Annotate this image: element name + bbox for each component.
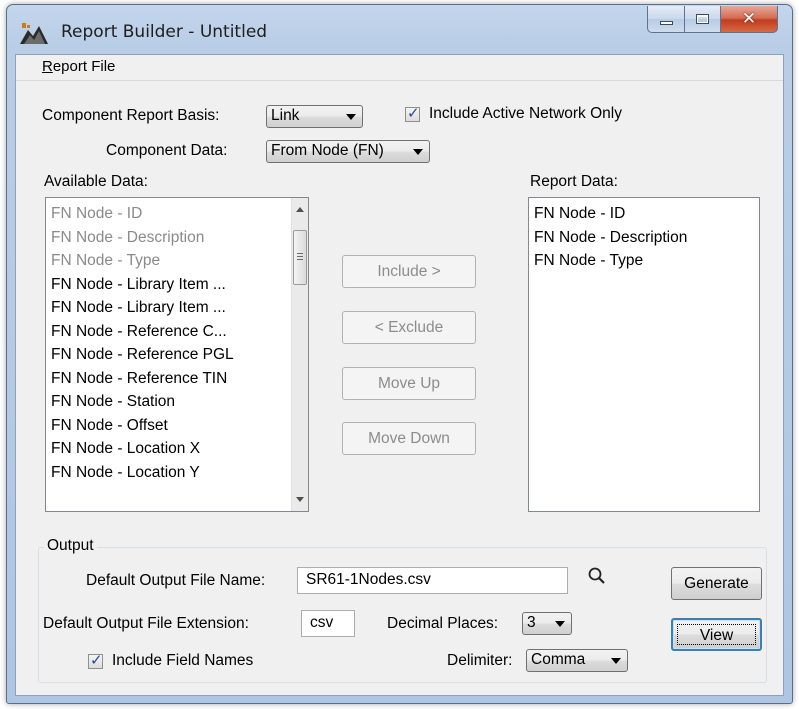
scroll-up-icon[interactable]	[296, 207, 304, 212]
output-group-title: Output	[44, 537, 97, 555]
list-item[interactable]: FN Node - Offset	[46, 414, 308, 438]
maximize-icon	[696, 14, 709, 24]
list-item[interactable]: FN Node - ID	[529, 202, 759, 226]
checkmark-icon: ✓	[407, 104, 420, 122]
menu-divider	[16, 80, 783, 81]
decimal-places-select[interactable]: 3	[522, 612, 572, 635]
focus-rect	[677, 624, 756, 645]
delimiter-value: Comma	[531, 651, 586, 668]
output-extension-input[interactable]: csv	[301, 610, 355, 637]
search-icon[interactable]	[587, 566, 607, 586]
list-item[interactable]: FN Node - Location X	[46, 437, 308, 461]
output-extension-label: Default Output File Extension:	[43, 615, 249, 632]
include-active-network-checkbox[interactable]: ✓	[405, 104, 420, 122]
report-data-label: Report Data:	[530, 173, 618, 190]
decimal-places-label: Decimal Places:	[387, 615, 499, 632]
vertical-scrollbar[interactable]	[291, 198, 308, 511]
list-item[interactable]: FN Node - Location Y	[46, 461, 308, 485]
close-button[interactable]: ✕	[721, 6, 778, 33]
close-icon: ✕	[741, 9, 757, 29]
exclude-button[interactable]: < Exclude	[342, 311, 476, 344]
maximize-button[interactable]	[685, 6, 721, 33]
available-data-list[interactable]: FN Node - ID FN Node - Description FN No…	[45, 197, 309, 512]
list-item[interactable]: FN Node - Reference C...	[46, 320, 308, 344]
report-builder-window: Report Builder - Untitled ✕ Report File …	[6, 4, 793, 704]
decimal-places-value: 3	[527, 614, 536, 631]
minimize-button[interactable]	[647, 6, 685, 33]
minimize-icon	[659, 21, 673, 25]
list-item[interactable]: FN Node - Reference TIN	[46, 367, 308, 391]
generate-button[interactable]: Generate	[671, 567, 762, 600]
delimiter-label: Delimiter:	[447, 652, 513, 669]
list-item[interactable]: FN Node - Reference PGL	[46, 343, 308, 367]
component-data-label: Component Data:	[106, 142, 228, 159]
scroll-down-icon[interactable]	[296, 497, 304, 502]
menu-report-file-label: eport File	[52, 58, 116, 75]
component-basis-select[interactable]: Link	[266, 105, 363, 128]
move-down-button[interactable]: Move Down	[342, 422, 476, 455]
list-item[interactable]: FN Node - ID	[46, 202, 308, 226]
list-item[interactable]: FN Node - Type	[529, 249, 759, 273]
window-title: Report Builder - Untitled	[61, 22, 268, 42]
caption-buttons: ✕	[647, 6, 778, 33]
chevron-down-icon	[555, 621, 565, 627]
chevron-down-icon	[611, 658, 621, 664]
include-field-names-label: Include Field Names	[112, 652, 254, 669]
include-field-names-checkbox[interactable]: ✓	[88, 651, 103, 669]
report-data-list[interactable]: FN Node - ID FN Node - Description FN No…	[528, 197, 760, 512]
component-basis-value: Link	[271, 107, 300, 124]
include-button[interactable]: Include >	[342, 255, 476, 288]
menu-bar: Report File	[16, 55, 783, 79]
app-icon	[20, 23, 48, 44]
scrollbar-thumb[interactable]	[293, 230, 307, 285]
output-file-name-label: Default Output File Name:	[86, 572, 266, 589]
list-item[interactable]: FN Node - Library Item ...	[46, 273, 308, 297]
title-bar[interactable]: Report Builder - Untitled ✕	[7, 5, 792, 53]
list-item[interactable]: FN Node - Library Item ...	[46, 296, 308, 320]
list-item[interactable]: FN Node - Description	[46, 226, 308, 250]
dialog-client: Report File Component Report Basis: Link…	[15, 54, 784, 696]
list-item[interactable]: FN Node - Station	[46, 390, 308, 414]
checkmark-icon: ✓	[90, 651, 103, 669]
menu-report-file[interactable]: Report File	[42, 58, 115, 75]
menu-accelerator: R	[42, 58, 53, 75]
component-data-value: From Node (FN)	[271, 142, 384, 159]
move-up-button[interactable]: Move Up	[342, 367, 476, 400]
available-data-label: Available Data:	[44, 173, 148, 190]
delimiter-select[interactable]: Comma	[526, 649, 628, 672]
include-active-network-label: Include Active Network Only	[429, 105, 622, 122]
component-data-select[interactable]: From Node (FN)	[266, 140, 430, 163]
list-item[interactable]: FN Node - Description	[529, 226, 759, 250]
output-file-name-input[interactable]: SR61-1Nodes.csv	[297, 567, 568, 594]
chevron-down-icon	[413, 149, 423, 155]
chevron-down-icon	[346, 114, 356, 120]
view-button[interactable]: View	[671, 618, 762, 651]
component-basis-label: Component Report Basis:	[42, 107, 220, 124]
list-item[interactable]: FN Node - Type	[46, 249, 308, 273]
